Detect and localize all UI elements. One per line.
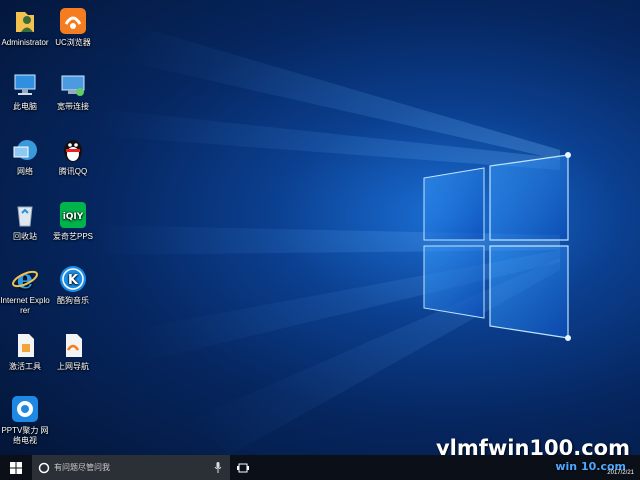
- svg-text:iQIY: iQIY: [63, 212, 84, 222]
- desktop-icon-label: PPTV聚力 网络电视: [1, 426, 49, 445]
- cortana-search-box[interactable]: 有问题尽管问我: [32, 455, 230, 480]
- desktop-icon-label: 酷狗音乐: [57, 296, 89, 305]
- desktop-icon-administrator[interactable]: Administrator: [0, 6, 50, 48]
- svg-text:e: e: [17, 265, 34, 294]
- computer-icon: [10, 70, 40, 100]
- cortana-circle-icon: [38, 462, 50, 473]
- desktop-icon-label: 上网导航: [57, 362, 89, 371]
- recycle-bin-icon: [10, 200, 40, 230]
- qq-penguin-icon: [58, 135, 88, 165]
- broadband-connection-icon: [58, 70, 88, 100]
- taskbar: 有问题尽管问我: [0, 455, 640, 480]
- desktop-icon-label: 腾讯QQ: [58, 167, 88, 176]
- start-button[interactable]: [0, 455, 32, 480]
- activation-tool-icon: [10, 330, 40, 360]
- microphone-icon[interactable]: [214, 462, 222, 473]
- desktop-icon-label: Internet Explorer: [0, 296, 50, 315]
- task-view-icon: [237, 463, 249, 472]
- desktop-icon-kugou[interactable]: K 酷狗音乐: [48, 264, 98, 306]
- desktop-icon-network[interactable]: 网络: [0, 135, 50, 177]
- desktop-icon-iqiyi[interactable]: iQIY 爱奇艺PPS: [48, 200, 98, 242]
- taskbar-date: 2017/2/21: [607, 470, 634, 476]
- internet-explorer-icon: e: [10, 264, 40, 295]
- desktop-icon-broadband[interactable]: 宽带连接: [48, 70, 98, 112]
- desktop-icon-activation-tool[interactable]: 激活工具: [0, 330, 50, 372]
- desktop-icon-internet-explorer[interactable]: e Internet Explorer: [0, 264, 50, 316]
- desktop-icon-web-navigation[interactable]: 上网导航: [48, 330, 98, 372]
- task-view-button[interactable]: [230, 455, 256, 480]
- svg-text:K: K: [68, 273, 79, 288]
- network-icon: [10, 135, 40, 165]
- desktop-icon-qq[interactable]: 腾讯QQ: [48, 135, 98, 177]
- desktop-icon-label: 网络: [17, 167, 33, 176]
- iqiyi-icon: iQIY: [58, 200, 88, 230]
- search-placeholder: 有问题尽管问我: [54, 463, 110, 472]
- windows-start-icon: [10, 461, 22, 474]
- desktop-icon-pptv[interactable]: PPTV聚力 网络电视: [0, 394, 50, 446]
- desktop-icon-label: UC浏览器: [55, 38, 91, 47]
- desktop-icon-label: Administrator: [1, 38, 49, 47]
- desktop-icon-label: 宽带连接: [57, 102, 89, 111]
- kugou-music-icon: K: [58, 264, 88, 294]
- web-navigation-icon: [58, 330, 88, 360]
- desktop-icon-recycle-bin[interactable]: 回收站: [0, 200, 50, 242]
- desktop-icon-label: 此电脑: [13, 102, 37, 111]
- desktop-icon-label: 爱奇艺PPS: [52, 232, 93, 241]
- desktop-icon-uc-browser[interactable]: UC浏览器: [48, 6, 98, 48]
- user-folder-icon: [10, 6, 40, 36]
- uc-browser-icon: [58, 6, 88, 36]
- pptv-icon: [10, 394, 40, 424]
- desktop-icon-this-pc[interactable]: 此电脑: [0, 70, 50, 112]
- desktop-icon-label: 回收站: [13, 232, 37, 241]
- desktop-icon-label: 激活工具: [9, 362, 41, 371]
